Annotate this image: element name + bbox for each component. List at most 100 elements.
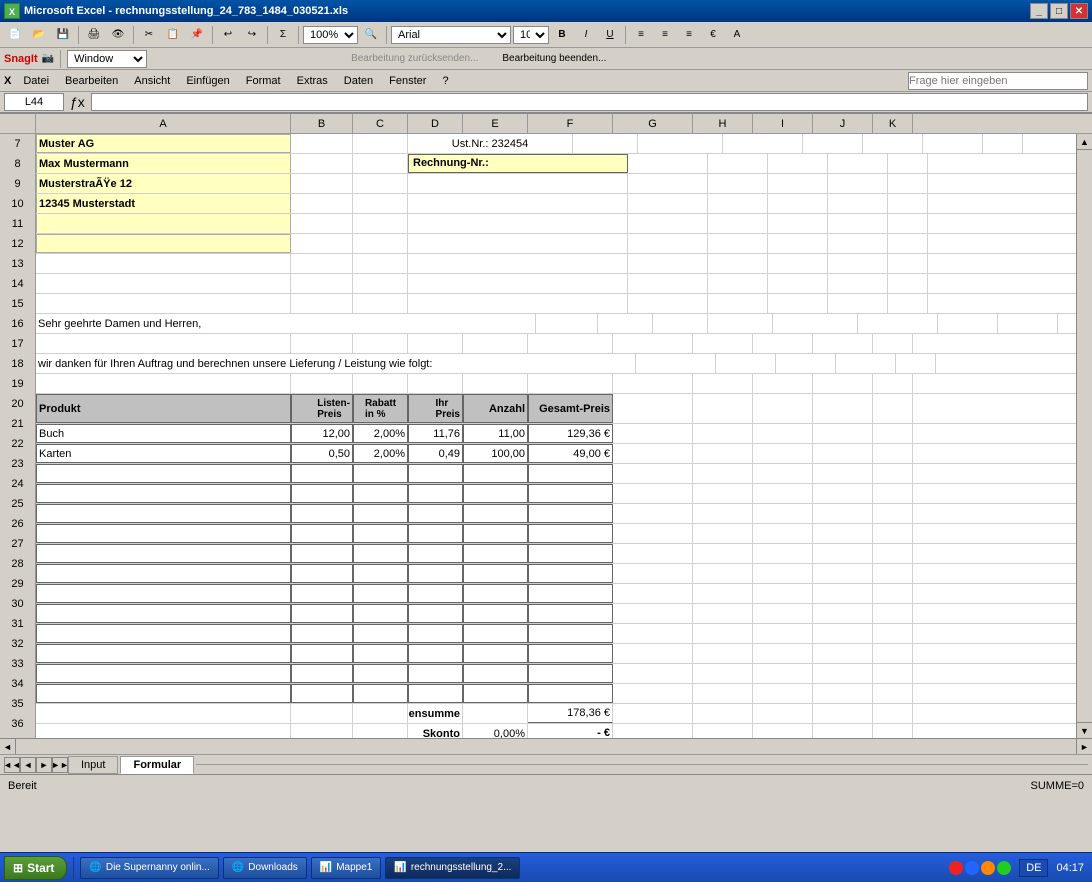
cell-j35[interactable] bbox=[813, 704, 873, 723]
cell-C27[interactable] bbox=[353, 544, 408, 563]
cell-J28[interactable] bbox=[813, 564, 873, 583]
maximize-button[interactable]: □ bbox=[1050, 3, 1068, 19]
row-11[interactable]: 11 bbox=[0, 214, 35, 234]
taskbar-item-mappe1[interactable]: 📊 Mappe1 bbox=[311, 857, 382, 879]
cell-J24[interactable] bbox=[813, 484, 873, 503]
cell-h17[interactable] bbox=[693, 334, 753, 353]
cell-a20[interactable]: Produkt bbox=[36, 394, 291, 423]
cell-f35[interactable]: 178,36 € bbox=[528, 704, 613, 723]
cell-c21[interactable]: 2,00% bbox=[353, 424, 408, 443]
cell-E34[interactable] bbox=[463, 684, 528, 703]
cell-a8[interactable]: Max Mustermann bbox=[36, 154, 291, 173]
cell-H25[interactable] bbox=[693, 504, 753, 523]
cell-B29[interactable] bbox=[291, 584, 353, 603]
cell-J25[interactable] bbox=[813, 504, 873, 523]
col-header-d[interactable]: D bbox=[408, 114, 463, 133]
cell-I29[interactable] bbox=[753, 584, 813, 603]
cell-H23[interactable] bbox=[693, 464, 753, 483]
cell-c20[interactable]: Rabattin % bbox=[353, 394, 408, 423]
cell-h9[interactable] bbox=[708, 174, 768, 193]
cell-i12[interactable] bbox=[768, 234, 828, 253]
cell-H32[interactable] bbox=[693, 644, 753, 663]
col-header-h[interactable]: H bbox=[693, 114, 753, 133]
cell-c12[interactable] bbox=[353, 234, 408, 253]
cell-B33[interactable] bbox=[291, 664, 353, 683]
cell-C29[interactable] bbox=[353, 584, 408, 603]
cell-j12[interactable] bbox=[828, 234, 888, 253]
cell-g21[interactable] bbox=[613, 424, 693, 443]
cell-A27[interactable] bbox=[36, 544, 291, 563]
cell-h19[interactable] bbox=[693, 374, 753, 393]
cell-d19[interactable] bbox=[408, 374, 463, 393]
cell-I25[interactable] bbox=[753, 504, 813, 523]
cell-A31[interactable] bbox=[36, 624, 291, 643]
cell-H30[interactable] bbox=[693, 604, 753, 623]
tab-input[interactable]: Input bbox=[68, 756, 118, 774]
cell-b10[interactable] bbox=[291, 194, 353, 213]
cell-d35[interactable]: Zwischensumme bbox=[408, 704, 463, 723]
cell-e36[interactable]: 0,00% bbox=[463, 724, 528, 738]
cell-j22[interactable] bbox=[813, 444, 873, 463]
cell-I34[interactable] bbox=[753, 684, 813, 703]
row-22[interactable]: 22 bbox=[0, 434, 35, 454]
col-header-e[interactable]: E bbox=[463, 114, 528, 133]
align-left-button[interactable]: ≡ bbox=[630, 25, 652, 45]
cell-B34[interactable] bbox=[291, 684, 353, 703]
menu-ansicht[interactable]: Ansicht bbox=[126, 73, 178, 89]
cell-F24[interactable] bbox=[528, 484, 613, 503]
row-24[interactable]: 24 bbox=[0, 474, 35, 494]
menu-daten[interactable]: Daten bbox=[336, 73, 381, 89]
cell-i36[interactable] bbox=[753, 724, 813, 738]
cell-c13[interactable] bbox=[353, 254, 408, 273]
cell-h18[interactable] bbox=[716, 354, 776, 373]
cell-K26[interactable] bbox=[873, 524, 913, 543]
cell-B27[interactable] bbox=[291, 544, 353, 563]
cell-I24[interactable] bbox=[753, 484, 813, 503]
zoom-dropdown[interactable]: 100% bbox=[303, 26, 358, 44]
cell-h21[interactable] bbox=[693, 424, 753, 443]
cell-h20[interactable] bbox=[693, 394, 753, 423]
cell-e20[interactable]: Anzahl bbox=[463, 394, 528, 423]
cell-k8[interactable] bbox=[888, 154, 928, 173]
cell-j21[interactable] bbox=[813, 424, 873, 443]
cell-c8[interactable] bbox=[353, 154, 408, 173]
cell-I26[interactable] bbox=[753, 524, 813, 543]
menu-einfuegen[interactable]: Einfügen bbox=[178, 73, 237, 89]
cell-c19[interactable] bbox=[353, 374, 408, 393]
cell-c14[interactable] bbox=[353, 274, 408, 293]
cell-k35[interactable] bbox=[873, 704, 913, 723]
cell-c17[interactable] bbox=[353, 334, 408, 353]
cell-i11[interactable] bbox=[768, 214, 828, 233]
row-27[interactable]: 27 bbox=[0, 534, 35, 554]
cell-k19[interactable] bbox=[873, 374, 913, 393]
cell-F31[interactable] bbox=[528, 624, 613, 643]
row-23[interactable]: 23 bbox=[0, 454, 35, 474]
cell-a36[interactable] bbox=[36, 724, 291, 738]
cell-F23[interactable] bbox=[528, 464, 613, 483]
cell-B25[interactable] bbox=[291, 504, 353, 523]
horizontal-scrollbar[interactable]: ◄ ► bbox=[0, 738, 1092, 754]
cell-C26[interactable] bbox=[353, 524, 408, 543]
cell-g20[interactable] bbox=[613, 394, 693, 423]
close-button[interactable]: ✕ bbox=[1070, 3, 1088, 19]
cell-de13[interactable] bbox=[408, 254, 628, 273]
cell-K28[interactable] bbox=[873, 564, 913, 583]
cell-H31[interactable] bbox=[693, 624, 753, 643]
cell-h35[interactable] bbox=[693, 704, 753, 723]
cell-b15[interactable] bbox=[291, 294, 353, 313]
cell-i21[interactable] bbox=[753, 424, 813, 443]
cell-c22[interactable]: 2,00% bbox=[353, 444, 408, 463]
cell-d7[interactable]: Ust.Nr.: 232454 bbox=[408, 134, 573, 153]
row-12[interactable]: 12 bbox=[0, 234, 35, 254]
cell-b21[interactable]: 12,00 bbox=[291, 424, 353, 443]
cell-k9[interactable] bbox=[888, 174, 928, 193]
cell-G30[interactable] bbox=[613, 604, 693, 623]
cell-F28[interactable] bbox=[528, 564, 613, 583]
row-21[interactable]: 21 bbox=[0, 414, 35, 434]
row-13[interactable]: 13 bbox=[0, 254, 35, 274]
cell-de12[interactable] bbox=[408, 234, 628, 253]
row-26[interactable]: 26 bbox=[0, 514, 35, 534]
cell-I31[interactable] bbox=[753, 624, 813, 643]
col-header-i[interactable]: I bbox=[753, 114, 813, 133]
cell-b8[interactable] bbox=[291, 154, 353, 173]
